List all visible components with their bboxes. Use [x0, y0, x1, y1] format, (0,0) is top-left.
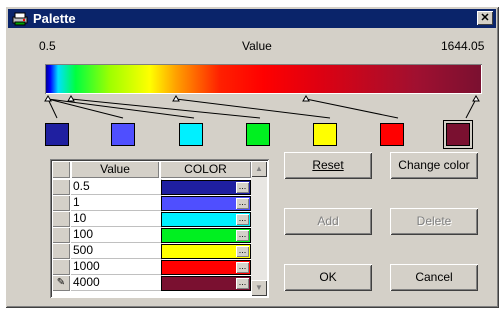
color-cell[interactable]: ... [161, 276, 251, 291]
scale-center-label: Value [242, 39, 272, 53]
table-row[interactable]: 500... [52, 243, 252, 259]
table-row[interactable]: 0.5... [52, 179, 252, 195]
add-button[interactable]: Add [284, 208, 372, 235]
color-picker-button[interactable]: ... [236, 246, 249, 257]
change-color-button[interactable]: Change color [390, 152, 478, 179]
color-swatch-1[interactable] [45, 123, 69, 146]
value-cell[interactable]: 10 [71, 211, 162, 227]
row-selector[interactable] [52, 243, 70, 259]
printer-icon [12, 12, 28, 26]
color-cell[interactable]: ... [161, 196, 251, 211]
color-gradient-bar[interactable] [45, 64, 482, 94]
value-cell[interactable]: 100 [71, 227, 162, 243]
value-cell[interactable]: 1000 [71, 259, 162, 275]
scale-max-label: 1644.05 [441, 39, 485, 53]
scroll-down-button[interactable]: ▼ [251, 280, 267, 296]
delete-button[interactable]: Delete [390, 208, 478, 235]
color-picker-button[interactable]: ... [236, 182, 249, 193]
row-selector[interactable] [52, 211, 70, 227]
color-picker-button[interactable]: ... [236, 230, 249, 241]
table-row[interactable]: 1000... [52, 259, 252, 275]
color-swatch-7[interactable] [443, 120, 473, 149]
color-picker-button[interactable]: ... [236, 262, 249, 273]
table-row[interactable]: ✎ 4000... [52, 275, 252, 291]
table-row[interactable]: 100... [52, 227, 252, 243]
value-cell[interactable]: 1 [71, 195, 162, 211]
title-bar: Palette ✕ [8, 9, 496, 28]
table-scrollbar[interactable]: ▲ ▼ [251, 161, 267, 296]
color-cell[interactable]: ... [161, 212, 251, 227]
value-cell[interactable]: 4000 [71, 275, 162, 291]
row-selector[interactable] [52, 195, 70, 211]
close-icon: ✕ [480, 12, 490, 24]
color-picker-button[interactable]: ... [236, 198, 249, 209]
color-swatch-3[interactable] [179, 123, 203, 146]
color-swatch-4[interactable] [246, 123, 270, 146]
row-selector[interactable] [52, 179, 70, 195]
ok-button[interactable]: OK [284, 264, 372, 291]
color-swatch-5[interactable] [313, 123, 337, 146]
color-picker-button[interactable]: ... [236, 278, 249, 289]
row-edit-indicator[interactable]: ✎ [52, 275, 70, 291]
column-header-color[interactable]: COLOR [160, 161, 251, 178]
color-cell[interactable]: ... [161, 244, 251, 259]
reset-label: Reset [312, 158, 344, 172]
color-swatch-2[interactable] [111, 123, 135, 146]
color-cell[interactable]: ... [161, 180, 251, 195]
scale-min-label: 0.5 [39, 39, 56, 53]
stop-marker[interactable] [44, 95, 52, 102]
stop-marker[interactable] [472, 95, 480, 102]
value-cell[interactable]: 500 [71, 243, 162, 259]
table-row[interactable]: 1... [52, 195, 252, 211]
value-cell[interactable]: 0.5 [71, 179, 162, 195]
stop-marker[interactable] [67, 95, 75, 102]
color-cell[interactable]: ... [161, 228, 251, 243]
color-swatch-6[interactable] [380, 123, 404, 146]
stop-marker[interactable] [172, 95, 180, 102]
reset-button[interactable]: Reset [284, 152, 372, 179]
row-header-corner [52, 161, 70, 178]
row-selector[interactable] [52, 259, 70, 275]
palette-dialog: Palette ✕ 0.5 Value 1644.05 Value COLOR … [5, 6, 499, 308]
palette-table: Value COLOR 0.5... 1... 10... 100... 500... 1… [50, 159, 269, 298]
stop-marker[interactable] [302, 95, 310, 102]
column-header-value[interactable]: Value [71, 161, 159, 178]
row-selector[interactable] [52, 227, 70, 243]
table-row[interactable]: 10... [52, 211, 252, 227]
window-title: Palette [33, 11, 76, 26]
color-picker-button[interactable]: ... [236, 214, 249, 225]
cancel-button[interactable]: Cancel [390, 264, 478, 291]
scroll-up-button[interactable]: ▲ [251, 161, 267, 177]
color-cell[interactable]: ... [161, 260, 251, 275]
close-button[interactable]: ✕ [477, 11, 493, 25]
